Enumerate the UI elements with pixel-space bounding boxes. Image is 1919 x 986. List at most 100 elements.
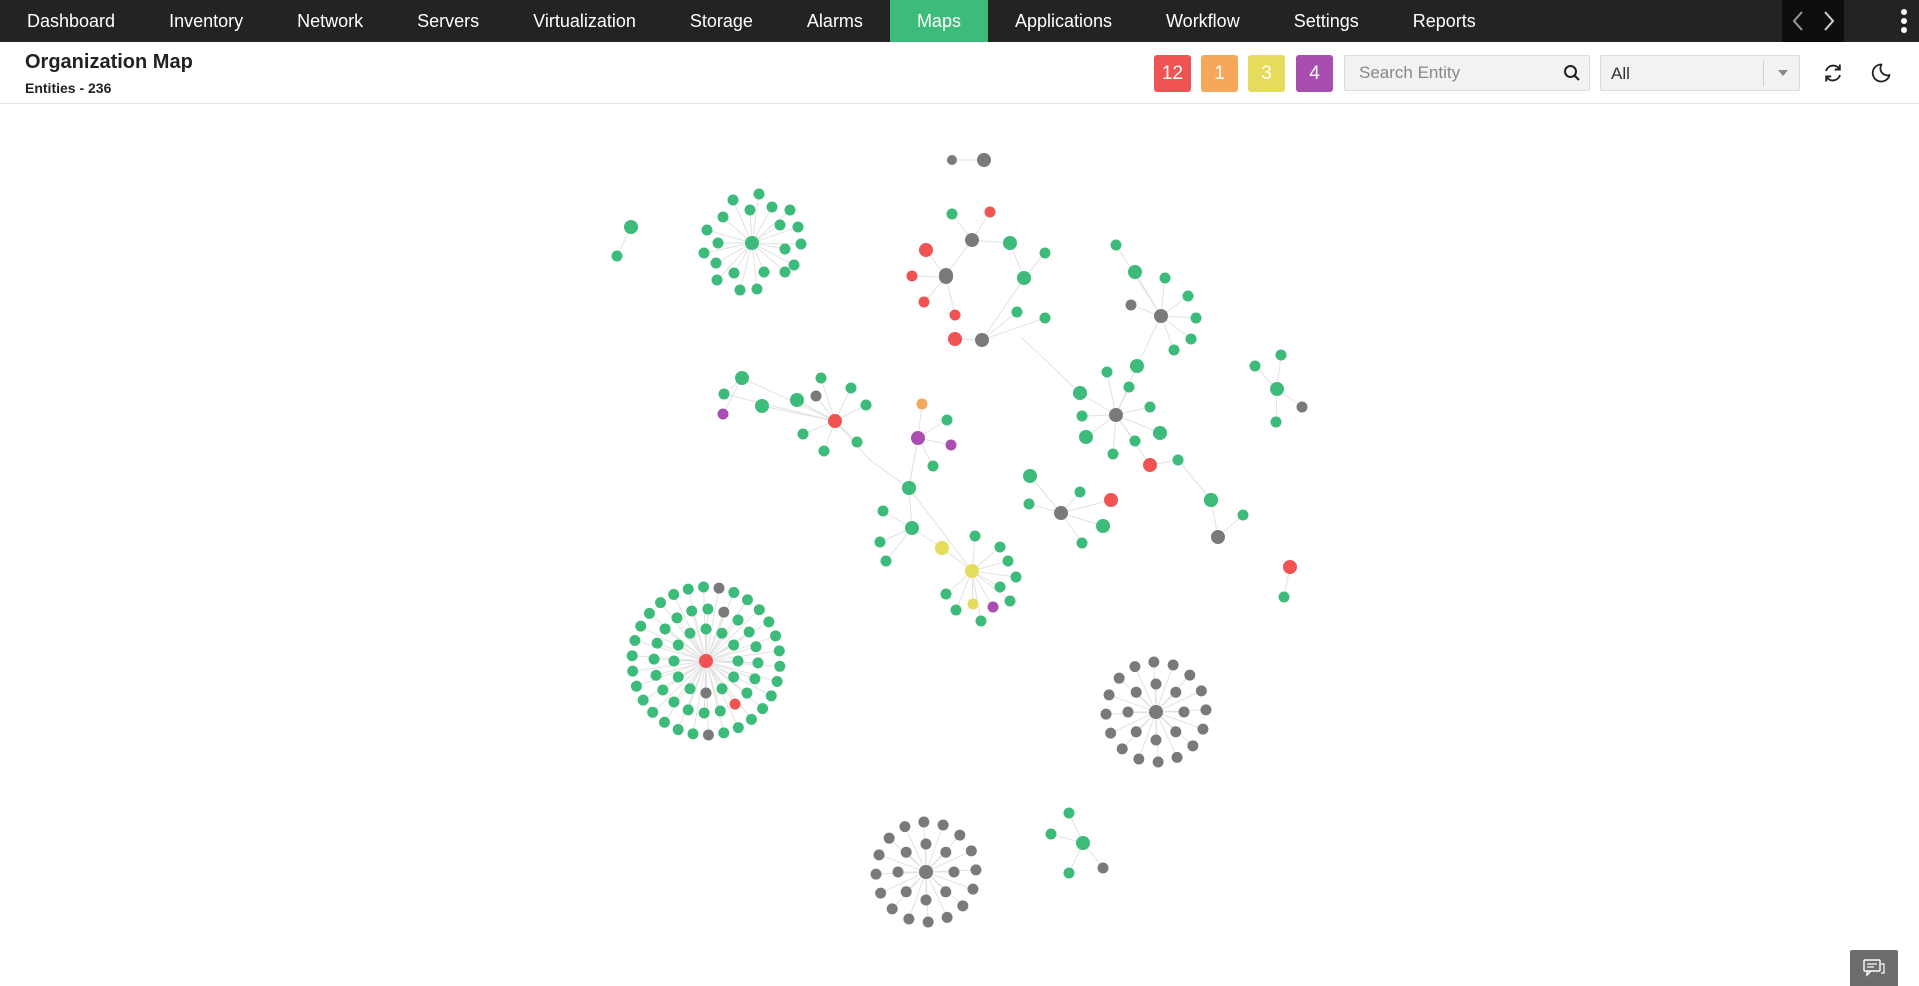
map-node[interactable]	[751, 283, 763, 295]
map-node[interactable]	[949, 309, 961, 321]
service-down-count-badge[interactable]: 4	[1296, 55, 1333, 92]
map-node[interactable]	[903, 913, 915, 925]
map-node[interactable]	[875, 887, 887, 899]
map-node[interactable]	[684, 683, 696, 695]
map-node[interactable]	[1150, 734, 1162, 746]
map-node[interactable]	[672, 671, 684, 683]
map-node[interactable]	[744, 204, 756, 216]
map-node[interactable]	[1039, 312, 1051, 324]
map-node[interactable]	[1076, 537, 1088, 549]
map-node[interactable]	[954, 829, 966, 841]
map-node[interactable]	[1153, 426, 1167, 440]
chevron-left-icon[interactable]	[1782, 0, 1813, 42]
map-node[interactable]	[750, 641, 762, 653]
map-node[interactable]	[1123, 381, 1135, 393]
map-node[interactable]	[1113, 672, 1125, 684]
map-node[interactable]	[1103, 689, 1115, 701]
map-node[interactable]	[1128, 265, 1142, 279]
map-node[interactable]	[828, 414, 842, 428]
map-node[interactable]	[717, 408, 729, 420]
map-node[interactable]	[648, 653, 660, 665]
map-node[interactable]	[927, 460, 939, 472]
map-node[interactable]	[714, 705, 726, 717]
map-node[interactable]	[1004, 595, 1016, 607]
map-node[interactable]	[1130, 726, 1142, 738]
map-node[interactable]	[765, 690, 777, 702]
map-node[interactable]	[717, 211, 729, 223]
map-node[interactable]	[749, 673, 761, 685]
map-node[interactable]	[918, 816, 930, 828]
map-node[interactable]	[766, 201, 778, 213]
map-node[interactable]	[916, 398, 928, 410]
map-node[interactable]	[994, 541, 1006, 553]
map-node[interactable]	[873, 849, 885, 861]
map-node[interactable]	[758, 266, 770, 278]
map-node[interactable]	[818, 445, 830, 457]
map-node[interactable]	[1144, 401, 1156, 413]
map-node[interactable]	[957, 900, 969, 912]
map-node[interactable]	[1152, 756, 1164, 768]
map-node[interactable]	[1143, 458, 1157, 472]
map-node[interactable]	[877, 505, 889, 517]
map-node[interactable]	[1125, 299, 1137, 311]
map-node[interactable]	[716, 627, 728, 639]
map-node[interactable]	[682, 704, 694, 716]
map-node[interactable]	[1063, 807, 1075, 819]
map-node[interactable]	[886, 903, 898, 915]
map-node[interactable]	[1129, 435, 1141, 447]
map-node[interactable]	[727, 194, 739, 206]
map-node[interactable]	[700, 623, 712, 635]
map-node[interactable]	[647, 706, 659, 718]
map-node[interactable]	[948, 866, 960, 878]
map-node[interactable]	[1122, 706, 1134, 718]
map-node[interactable]	[699, 654, 713, 668]
map-node[interactable]	[911, 431, 925, 445]
map-node[interactable]	[784, 204, 796, 216]
nav-network[interactable]: Network	[270, 0, 390, 42]
map-node[interactable]	[1023, 469, 1037, 483]
map-node[interactable]	[900, 886, 912, 898]
map-node[interactable]	[741, 594, 753, 606]
map-node[interactable]	[947, 155, 957, 165]
map-node[interactable]	[687, 728, 699, 740]
map-node[interactable]	[1063, 867, 1075, 879]
map-node[interactable]	[698, 707, 710, 719]
map-node[interactable]	[1116, 743, 1128, 755]
map-node[interactable]	[745, 236, 759, 250]
map-node[interactable]	[771, 676, 783, 688]
map-node[interactable]	[948, 332, 962, 346]
map-node[interactable]	[870, 868, 882, 880]
map-node[interactable]	[967, 883, 979, 895]
map-node[interactable]	[1170, 686, 1182, 698]
nav-maps[interactable]: Maps	[889, 0, 988, 42]
map-node[interactable]	[702, 603, 714, 615]
map-node[interactable]	[659, 716, 671, 728]
map-node[interactable]	[627, 665, 639, 677]
map-node[interactable]	[1178, 706, 1190, 718]
map-node[interactable]	[945, 439, 957, 451]
search-icon[interactable]	[1561, 62, 1583, 84]
map-node[interactable]	[732, 655, 744, 667]
map-node[interactable]	[1190, 312, 1202, 324]
map-node[interactable]	[967, 598, 979, 610]
map-node[interactable]	[792, 221, 804, 233]
map-node[interactable]	[1054, 506, 1068, 520]
map-node[interactable]	[710, 257, 722, 269]
map-node[interactable]	[650, 669, 662, 681]
map-node[interactable]	[922, 916, 934, 928]
map-node[interactable]	[741, 687, 753, 699]
map-node[interactable]	[1197, 723, 1209, 735]
map-node[interactable]	[1187, 740, 1199, 752]
map-node[interactable]	[795, 238, 807, 250]
map-node[interactable]	[1171, 751, 1183, 763]
map-node[interactable]	[698, 581, 710, 593]
map-node[interactable]	[797, 428, 809, 440]
map-node[interactable]	[729, 698, 741, 710]
map-node[interactable]	[1003, 236, 1017, 250]
map-node[interactable]	[920, 838, 932, 850]
map-node[interactable]	[970, 864, 982, 876]
map-node[interactable]	[860, 399, 872, 411]
map-node[interactable]	[918, 296, 930, 308]
map-node[interactable]	[900, 846, 912, 858]
map-node[interactable]	[920, 894, 932, 906]
